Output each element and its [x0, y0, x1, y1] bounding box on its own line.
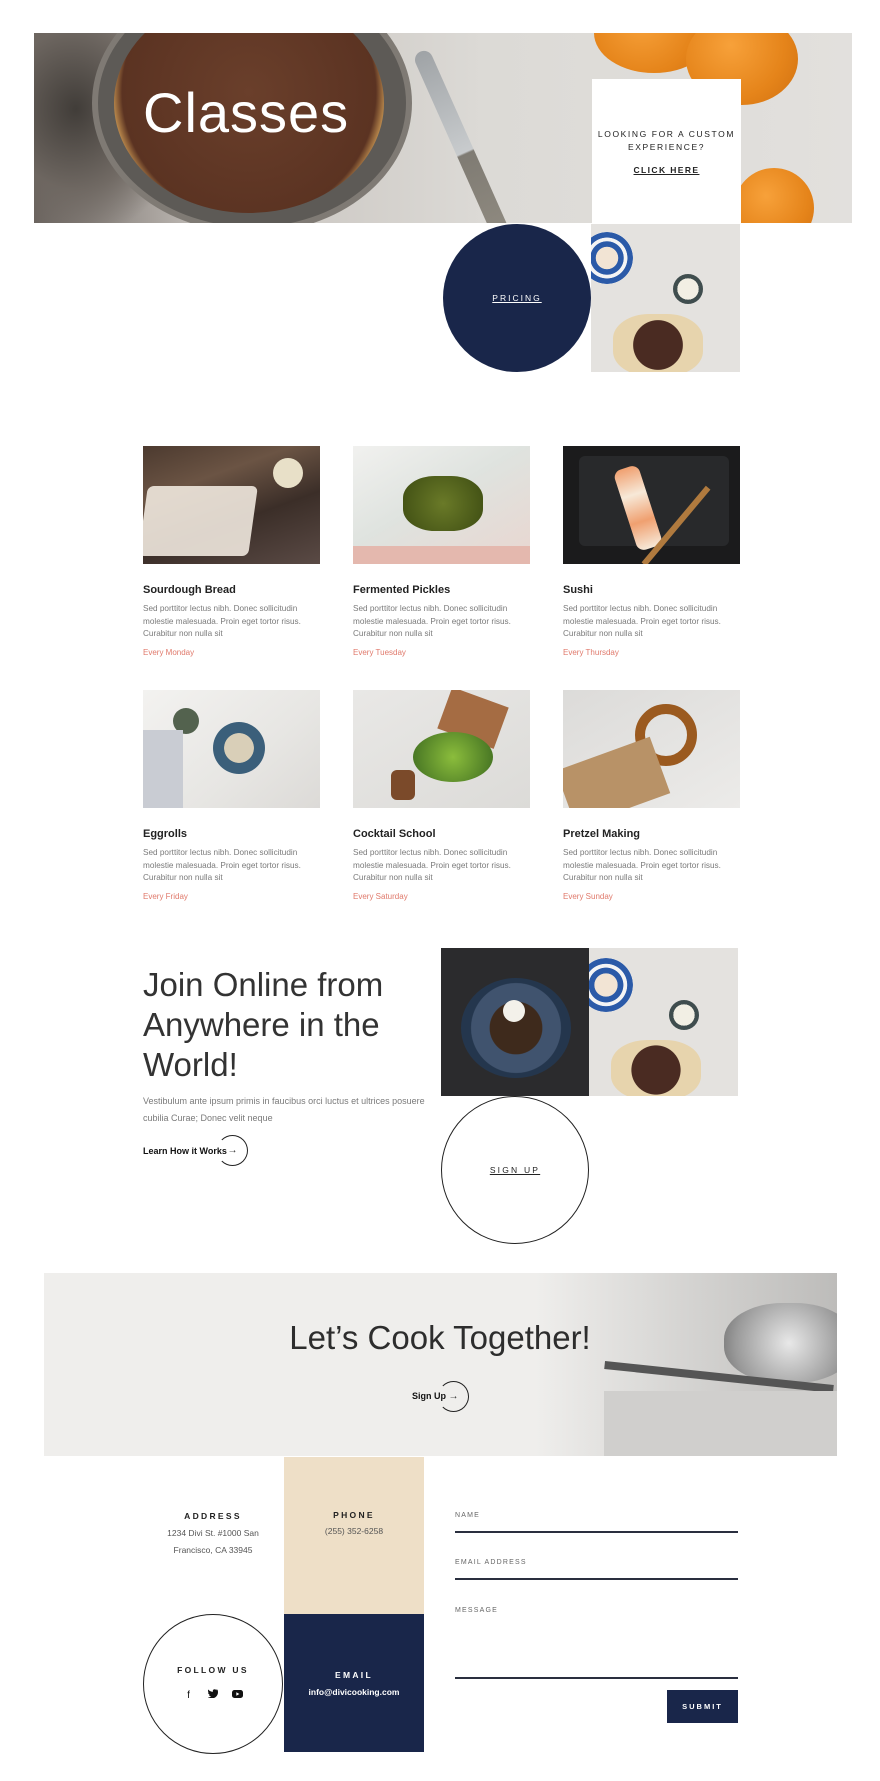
address-line-1: 1234 Divi St. #1000 San — [167, 1528, 259, 1538]
cook-heading: Let’s Cook Together! — [289, 1319, 591, 1356]
class-description: Sed porttitor lectus nibh. Donec sollici… — [353, 848, 511, 882]
class-schedule: Every Tuesday — [353, 648, 406, 657]
learn-how-link[interactable]: Learn How it Works — [143, 1146, 227, 1156]
class-schedule: Every Saturday — [353, 892, 408, 901]
email-field[interactable] — [455, 1578, 738, 1580]
arrow-right-icon[interactable]: → — [217, 1135, 248, 1166]
address-label: ADDRESS — [184, 1511, 242, 1521]
class-schedule: Every Monday — [143, 648, 195, 657]
message-field-label: MESSAGE — [455, 1607, 499, 1614]
class-title: Fermented Pickles — [353, 584, 451, 596]
join-heading: Join Online from Anywhere in the World! — [143, 966, 384, 1083]
class-schedule: Every Thursday — [563, 648, 619, 657]
submit-button[interactable]: SUBMIT — [667, 1690, 738, 1723]
class-title: Sourdough Bread — [143, 584, 236, 596]
class-description: Sed porttitor lectus nibh. Donec sollici… — [143, 604, 301, 638]
email-value[interactable]: info@divicooking.com — [284, 1684, 424, 1701]
custom-experience-text: LOOKING FOR A CUSTOM EXPERIENCE? — [597, 129, 736, 152]
class-title: Eggrolls — [143, 828, 188, 840]
class-description: Sed porttitor lectus nibh. Donec sollici… — [563, 848, 721, 882]
cocktail-school-image — [353, 690, 530, 808]
sourdough-bread-image — [143, 446, 320, 564]
pretzel-making-image — [563, 690, 740, 808]
fermented-pickles-image — [353, 446, 530, 564]
message-field[interactable] — [455, 1677, 738, 1679]
email-label: EMAIL — [335, 1670, 373, 1680]
phone-label: PHONE — [333, 1510, 375, 1520]
custom-experience-box: LOOKING FOR A CUSTOM EXPERIENCE? CLICK H… — [592, 79, 741, 224]
pudding-photo — [441, 948, 589, 1096]
arrow-glyph: → — [448, 1391, 459, 1402]
follow-us-circle: FOLLOW US f — [143, 1614, 283, 1754]
breakfast-photo-2 — [589, 948, 738, 1096]
breakfast-photo — [591, 224, 740, 372]
address-line-2: Francisco, CA 33945 — [173, 1545, 253, 1555]
click-here-link[interactable]: CLICK HERE — [634, 165, 700, 175]
twitter-icon[interactable] — [206, 1689, 220, 1701]
phone-block: PHONE (255) 352-6258 — [284, 1457, 424, 1614]
youtube-icon[interactable] — [230, 1690, 244, 1701]
class-title: Sushi — [563, 584, 593, 596]
sushi-image — [563, 446, 740, 564]
class-description: Sed porttitor lectus nibh. Donec sollici… — [563, 604, 721, 638]
class-title: Cocktail School — [353, 828, 436, 840]
class-title: Pretzel Making — [563, 828, 641, 840]
join-description: Vestibulum ante ipsum primis in faucibus… — [143, 1096, 425, 1123]
phone-value[interactable]: (255) 352-6258 — [284, 1523, 424, 1540]
class-schedule: Every Sunday — [563, 892, 613, 901]
sign-up-label: SIGN UP — [489, 1165, 541, 1175]
pricing-label: PRICING — [492, 293, 542, 303]
sign-up-circle-button[interactable]: SIGN UP — [441, 1096, 589, 1244]
class-description: Sed porttitor lectus nibh. Donec sollici… — [353, 604, 511, 638]
arrow-glyph: → — [227, 1145, 238, 1156]
name-field-label: NAME — [455, 1512, 481, 1519]
follow-label: FOLLOW US — [177, 1665, 249, 1675]
eggrolls-image — [143, 690, 320, 808]
cook-banner-image — [44, 1273, 837, 1456]
email-block: EMAIL info@divicooking.com — [284, 1614, 424, 1752]
email-field-label: EMAIL ADDRESS — [455, 1559, 527, 1566]
class-description: Sed porttitor lectus nibh. Donec sollici… — [143, 848, 301, 882]
pricing-button[interactable]: PRICING — [443, 224, 591, 372]
facebook-icon[interactable]: f — [182, 1690, 196, 1701]
name-field[interactable] — [455, 1531, 738, 1533]
page-title: Classes — [143, 81, 350, 144]
class-schedule: Every Friday — [143, 892, 188, 901]
arrow-right-icon[interactable]: → — [438, 1381, 469, 1412]
address-block: ADDRESS 1234 Divi St. #1000 San Francisc… — [143, 1511, 283, 1559]
